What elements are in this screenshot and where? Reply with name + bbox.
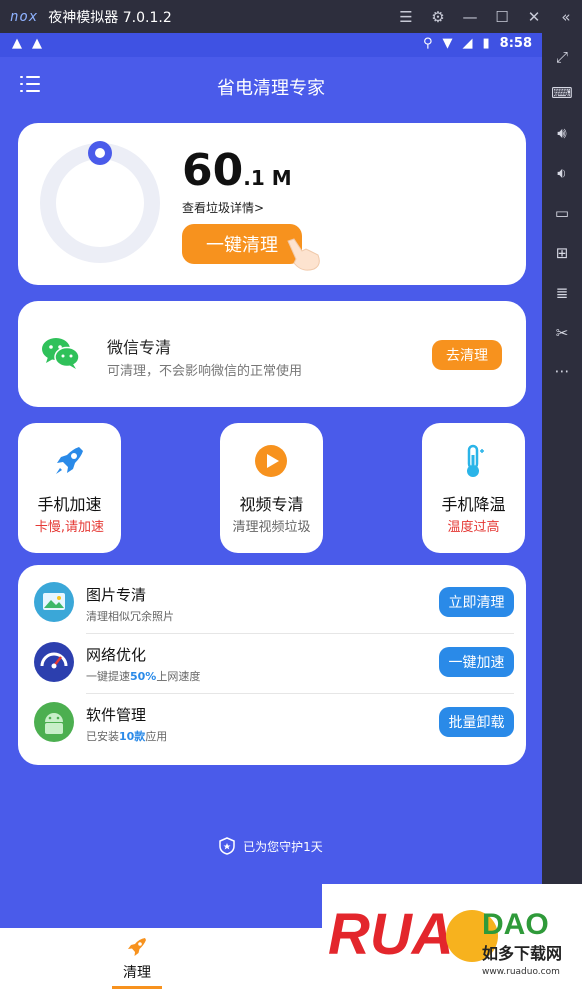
- tile-subtitle: 卡慢,请加速: [34, 520, 105, 535]
- wechat-clean-card: 微信专清 可清理，不会影响微信的正常使用 去清理: [18, 301, 526, 407]
- collapse-icon[interactable]: «: [550, 0, 582, 33]
- junk-size-unit: .1 M: [243, 166, 292, 190]
- rocket-icon: [128, 938, 146, 956]
- list-item: 软件管理 已安装10款应用 批量卸载: [18, 692, 526, 752]
- list-item-subtitle: 已安装10款应用: [86, 730, 168, 743]
- page-title: 省电清理专家: [217, 78, 325, 99]
- signal-icon: ◢: [462, 36, 473, 51]
- tile-subtitle: 清理视频垃圾: [232, 520, 311, 535]
- wechat-icon: [42, 338, 80, 369]
- wechat-title: 微信专清: [107, 338, 172, 357]
- keyboard-icon[interactable]: ⌨: [550, 81, 574, 105]
- apk-install-icon[interactable]: ⊞: [550, 241, 574, 265]
- tile-subtitle: 温度过高: [447, 520, 500, 535]
- watermark-logo: RUA DAO 如多下载网 www.ruaduo.com: [322, 884, 582, 994]
- maximize-icon[interactable]: ☐: [486, 0, 518, 33]
- screen-icon[interactable]: ▭: [550, 201, 574, 225]
- play-icon: [255, 445, 287, 477]
- tile-phone-speedup[interactable]: 手机加速 卡慢,请加速: [18, 423, 121, 553]
- menu-icon[interactable]: ☰: [390, 0, 422, 33]
- app-notification-icon: ▲: [32, 36, 42, 51]
- nox-logo: nox: [10, 8, 39, 25]
- svg-text:DAO: DAO: [482, 908, 549, 941]
- multi-instance-icon[interactable]: ≣: [550, 281, 574, 305]
- fullscreen-icon[interactable]: ⤢: [550, 45, 574, 69]
- emulator-title: 夜神模拟器 7.0.1.2: [48, 9, 172, 26]
- junk-detail-link[interactable]: 查看垃圾详情>: [182, 199, 264, 216]
- more-icon[interactable]: ⋯: [550, 359, 574, 383]
- app-screen: 省电清理专家 60.1 M 查看垃圾详情> 一键清理 微信专清 可清理，不会影响…: [0, 57, 542, 928]
- location-icon: ⚲: [422, 36, 433, 51]
- guard-status: 已为您守护1天: [0, 837, 542, 855]
- nav-label: 清理: [123, 965, 151, 981]
- svg-text:www.ruaduo.com: www.ruaduo.com: [482, 967, 560, 977]
- wechat-clean-button[interactable]: 去清理: [432, 340, 502, 370]
- progress-ring: [40, 141, 160, 263]
- android-icon: [34, 702, 74, 742]
- list-item-subtitle: 一键提速50%上网速度: [86, 670, 201, 683]
- phone-statusbar: ▲ ▲ ⚲ ▼ ◢ ▮ 8:58: [0, 33, 542, 57]
- active-tab-indicator: [112, 986, 162, 989]
- ruaduo-logo: RUA DAO 如多下载网 www.ruaduo.com: [328, 902, 562, 977]
- svg-text:如多下载网: 如多下载网: [482, 944, 562, 963]
- junk-size: 60.1 M: [182, 145, 292, 196]
- tile-video-clean[interactable]: 视频专清 清理视频垃圾: [220, 423, 323, 553]
- guard-text: 已为您守护1天: [243, 839, 323, 854]
- tools-list-card: 图片专清 清理相似冗余照片 立即清理 网络优化 一键提速50%上网速度 一键加速: [18, 565, 526, 765]
- gear-icon[interactable]: ⚙: [422, 0, 454, 33]
- tile-phone-cooldown[interactable]: 手机降温 温度过高: [422, 423, 525, 553]
- photo-clean-button[interactable]: 立即清理: [439, 587, 514, 617]
- battery-icon: ▮: [482, 36, 490, 51]
- wechat-subtitle: 可清理，不会影响微信的正常使用: [107, 364, 303, 379]
- close-icon[interactable]: ✕: [518, 0, 550, 33]
- tile-title: 手机降温: [441, 495, 506, 514]
- thermometer-icon: [467, 444, 484, 477]
- hand-pointer-icon: [287, 238, 320, 271]
- list-item-title: 软件管理: [86, 706, 147, 724]
- junk-size-value: 60: [182, 145, 244, 196]
- volume-up-icon[interactable]: 🔊︎: [550, 121, 574, 145]
- speedometer-icon: [34, 642, 74, 682]
- shield-icon: [219, 837, 235, 855]
- junk-card: 60.1 M 查看垃圾详情> 一键清理: [18, 123, 526, 285]
- app-header: 省电清理专家: [0, 57, 542, 112]
- minimize-icon[interactable]: —: [454, 0, 486, 33]
- android-notification-icon: ▲: [12, 36, 22, 51]
- tile-title: 视频专清: [239, 495, 304, 514]
- rocket-icon: [56, 447, 83, 474]
- emulator-titlebar: nox 夜神模拟器 7.0.1.2 ☰ ⚙ — ☐ ✕ «: [0, 0, 582, 33]
- list-item: 网络优化 一键提速50%上网速度 一键加速: [18, 632, 526, 692]
- svg-text:RUA: RUA: [328, 902, 454, 967]
- photo-icon: [34, 582, 74, 622]
- emulator-toolbar: ⤢ ⌨ 🔊︎ 🔉︎ ▭ ⊞ ≣ ✂ ⋯: [542, 33, 582, 994]
- list-item-subtitle: 清理相似冗余照片: [86, 610, 174, 623]
- volume-down-icon[interactable]: 🔉︎: [550, 161, 574, 185]
- list-item: 图片专清 清理相似冗余照片 立即清理: [18, 572, 526, 632]
- wifi-icon: ▼: [442, 36, 453, 51]
- batch-uninstall-button[interactable]: 批量卸载: [439, 707, 514, 737]
- list-item-title: 网络优化: [86, 646, 147, 664]
- clock: 8:58: [499, 36, 532, 51]
- network-speedup-button[interactable]: 一键加速: [439, 647, 514, 677]
- scissors-icon[interactable]: ✂: [550, 321, 574, 345]
- list-item-title: 图片专清: [86, 586, 147, 604]
- nav-item-clean[interactable]: 清理: [112, 928, 162, 994]
- tile-title: 手机加速: [37, 495, 102, 514]
